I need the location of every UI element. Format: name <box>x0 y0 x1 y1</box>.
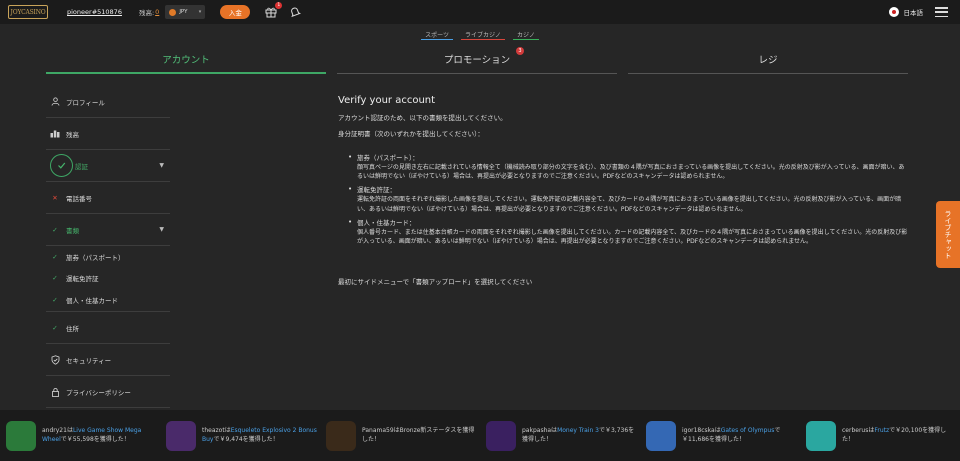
sidebar-label-license: 運転免許証 <box>66 274 99 283</box>
gift-badge: 1 <box>275 2 283 9</box>
sidebar-item-documents[interactable]: ✓ 書類 ▼ <box>46 214 170 246</box>
sub-navigation: スポーツ ライブカジノ カジノ <box>0 24 960 40</box>
sidebar-label-privacy: プライバシーポリシー <box>66 388 131 397</box>
tab-cashier-label: レジ <box>758 55 778 66</box>
subnav-live-casino[interactable]: ライブカジノ <box>457 24 509 40</box>
sidebar-item-security[interactable]: セキュリティー <box>46 344 170 376</box>
doc-description: 運転免許証の両面をそれぞれ撮影した画像を提出してください。運転免許証の記載内容全… <box>357 196 902 213</box>
live-chat-button[interactable]: ライブチャット <box>936 201 960 268</box>
sidebar-item-address[interactable]: ✓ 住所 <box>46 312 170 344</box>
check-icon: ✓ <box>52 252 58 261</box>
tab-account[interactable]: アカウント <box>46 46 326 74</box>
game-thumbnail <box>6 420 36 451</box>
doc-description: 個人番号カード、または住基本台帳カードの両面をそれぞれ撮影した画像を提出してくだ… <box>357 229 908 246</box>
document-list: • 旅券（パスポート）： 顔写真ページの見開き左右に記載されている情報全て（機械… <box>348 153 908 247</box>
balance-value[interactable]: 0 <box>155 8 159 16</box>
game-link[interactable]: Money Train 3 <box>557 427 599 434</box>
check-icon: ✓ <box>52 295 58 304</box>
sidebar-item-verification[interactable]: 認証 ▼ <box>46 150 170 182</box>
language-selector[interactable]: 日本語 <box>888 7 924 17</box>
winner-item[interactable]: theazotはEsqueleto Explosivo 2 Bonus Buyで… <box>160 410 320 461</box>
hamburger-menu-icon[interactable] <box>935 7 948 17</box>
user-icon <box>50 97 60 107</box>
chevron-down-icon: ▼ <box>159 162 164 169</box>
list-item: • 旅券（パスポート）： 顔写真ページの見開き左右に記載されている情報全て（機械… <box>348 153 908 182</box>
cross-icon: ✕ <box>52 193 58 202</box>
verification-content: Verify your account アカウント認証のため、以下の書類を提出し… <box>338 93 908 293</box>
sidebar-item-license[interactable]: ✓ 運転免許証 <box>46 267 170 288</box>
doc-description: 顔写真ページの見開き左右に記載されている情報全て（機械読み取り部分の文字を含む）… <box>357 163 905 180</box>
subnav-casino[interactable]: カジノ <box>509 24 543 40</box>
promotion-badge: 3 <box>516 47 524 55</box>
game-link[interactable]: Frutz <box>874 427 889 434</box>
winners-ticker: andry21はLive Game Show Mega Wheelで￥55,59… <box>0 410 960 461</box>
sidebar-item-profile[interactable]: プロフィール <box>46 86 170 118</box>
page-title: Verify your account <box>338 95 436 106</box>
tab-promotion-label: プロモーション <box>443 55 511 66</box>
gift-button[interactable]: 1 <box>265 2 283 18</box>
coins-icon <box>50 129 60 139</box>
tab-account-label: アカウント <box>162 55 210 66</box>
sidebar-label-personal: 個人・住基カード <box>66 296 118 305</box>
lock-icon <box>50 387 60 397</box>
winner-item[interactable]: Panama59はBronze新ステータスを獲得した！ <box>320 410 480 461</box>
check-icon: ✓ <box>52 273 58 282</box>
sidebar-label-balance: 残高 <box>66 130 79 139</box>
verification-circle <box>50 154 73 177</box>
subnav-sports[interactable]: スポーツ <box>417 24 457 40</box>
game-thumbnail <box>646 420 676 451</box>
game-thumbnail <box>806 420 836 451</box>
account-sidebar: プロフィール 残高 認証 ▼ ✕ 電話番号 ✓ 書類 ▼ ✓ 旅券（パスポート）… <box>46 86 170 408</box>
winner-item[interactable]: cerberusはFrutzで￥20,100を獲得した！ <box>800 410 960 461</box>
sidebar-item-phone[interactable]: ✕ 電話番号 <box>46 182 170 214</box>
tab-cashier[interactable]: レジ <box>628 46 908 74</box>
sidebar-label-passport: 旅券（パスポート） <box>66 253 125 262</box>
sidebar-item-privacy[interactable]: プライバシーポリシー <box>46 376 170 408</box>
check-shield-icon <box>58 162 66 169</box>
sidebar-label-address: 住所 <box>66 324 79 333</box>
doc-title: 旅券（パスポート）： <box>357 153 419 162</box>
sidebar-label-security: セキュリティー <box>66 356 112 365</box>
sidebar-label-profile: プロフィール <box>66 98 105 107</box>
list-item: • 運転免許証： 運転免許証の両面をそれぞれ撮影した画像を提出してください。運転… <box>348 185 908 214</box>
instruction-text: 最初にサイドメニューで「書類アップロード」を選択してください <box>338 277 533 286</box>
bell-icon <box>291 7 302 18</box>
intro-text: アカウント認証のため、以下の書類を提出してください。 <box>338 113 507 122</box>
sidebar-item-balance[interactable]: 残高 <box>46 118 170 150</box>
id-docs-text: 身分証明書（次のいずれかを提出してください）： <box>338 129 484 138</box>
sidebar-label-phone: 電話番号 <box>66 194 92 203</box>
winner-item[interactable]: igor18cskaはGates of Olympusで￥11,686を獲得した… <box>640 410 800 461</box>
coin-icon <box>169 8 177 16</box>
japan-flag-icon <box>888 7 899 17</box>
game-thumbnail <box>326 420 356 451</box>
balance-label: 残高: <box>138 9 155 17</box>
doc-title: 運転免許証： <box>357 186 396 195</box>
chevron-down-icon: ▼ <box>159 226 164 233</box>
winner-item[interactable]: pakpashaはMoney Train 3で￥3,736を獲得した！ <box>480 410 640 461</box>
deposit-button[interactable]: 入金 <box>220 5 251 19</box>
game-thumbnail <box>486 420 516 451</box>
sidebar-item-passport[interactable]: ✓ 旅券（パスポート） <box>46 246 170 267</box>
tab-promotion[interactable]: プロモーション 3 <box>337 46 617 74</box>
check-icon: ✓ <box>52 323 58 332</box>
sidebar-item-personal[interactable]: ✓ 個人・住基カード <box>46 288 170 312</box>
sidebar-label-verification: 認証 <box>75 162 88 171</box>
game-thumbnail <box>166 420 196 451</box>
chevron-down-icon: ▾ <box>198 9 202 15</box>
list-item: • 個人・住基カード： 個人番号カード、または住基本台帳カードの両面をそれぞれ撮… <box>348 217 908 246</box>
currency-label: JPY <box>179 9 188 15</box>
joycasino-logo[interactable]: JOYCASINO <box>8 5 48 19</box>
language-label: 日本語 <box>903 9 924 17</box>
account-tabs: アカウント プロモーション 3 レジ <box>46 46 908 74</box>
top-bar: JOYCASINO pioneer#510876 残高: 0 JPY ▾ 入金 … <box>0 0 960 24</box>
check-icon: ✓ <box>52 225 58 234</box>
username-link[interactable]: pioneer#510876 <box>67 8 122 16</box>
winner-item[interactable]: andry21はLive Game Show Mega Wheelで￥55,59… <box>0 410 160 461</box>
shield-icon <box>50 354 60 365</box>
sidebar-label-documents: 書類 <box>66 226 79 235</box>
game-link[interactable]: Gates of Olympus <box>721 427 775 434</box>
currency-select[interactable]: JPY ▾ <box>165 5 206 19</box>
doc-title: 個人・住基カード： <box>357 218 416 227</box>
notification-button[interactable] <box>289 6 302 18</box>
